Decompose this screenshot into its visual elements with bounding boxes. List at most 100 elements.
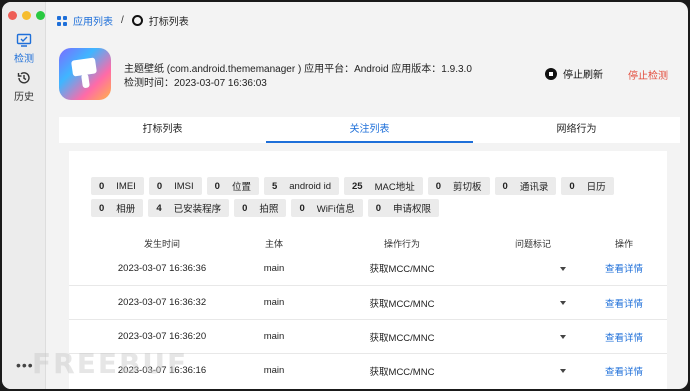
breadcrumb-current: 打标列表 xyxy=(148,17,189,28)
sidebar-item-detect[interactable]: 检测 xyxy=(2,32,46,65)
app-logo xyxy=(59,48,111,100)
stop-icon xyxy=(545,67,557,80)
table-row: 2023-03-07 16:36:36 main 获取MCC/MNC 查看详情 xyxy=(69,251,667,285)
chip-label: 位置 xyxy=(231,182,251,193)
chip-label: 已安装程序 xyxy=(173,204,222,215)
chip-imei[interactable]: 0 IMEI xyxy=(91,177,144,195)
tab-watch-list[interactable]: 关注列表 xyxy=(266,117,473,143)
header-operation: 操作 xyxy=(614,239,633,249)
chip-clipboard[interactable]: 0 剪切板 xyxy=(427,177,490,195)
maximize-window-button[interactable] xyxy=(36,11,45,20)
cell-action: 获取MCC/MNC xyxy=(369,332,435,344)
issue-mark-dropdown[interactable] xyxy=(485,365,581,376)
sidebar-item-label: 历史 xyxy=(14,92,34,103)
detect-time: 检测时间：2023-03-07 16:36:03 xyxy=(124,78,267,89)
chip-camera[interactable]: 0 拍照 xyxy=(234,199,287,217)
chip-count: 4 xyxy=(156,202,162,214)
chip-label: 拍照 xyxy=(259,204,279,215)
app-info: 主题壁纸 (com.android.thememanager ) 应用平台：An… xyxy=(124,64,472,75)
view-details-link[interactable]: 查看详情 xyxy=(605,264,643,275)
header-time: 发生时间 xyxy=(143,239,180,249)
chip-label: IMEI xyxy=(116,180,136,192)
header-subject: 主体 xyxy=(264,239,283,249)
chip-count: 0 xyxy=(502,180,508,192)
tab-network[interactable]: 网络行为 xyxy=(473,117,680,143)
issue-mark-dropdown[interactable] xyxy=(485,263,581,274)
chip-label: MAC地址 xyxy=(374,182,415,193)
chip-mac-address[interactable]: 25 MAC地址 xyxy=(344,177,423,195)
header-issue-mark: 问题标记 xyxy=(514,239,551,249)
chip-label: WiFi信息 xyxy=(316,204,355,215)
minimize-window-button[interactable] xyxy=(22,11,31,20)
chip-count: 5 xyxy=(271,180,278,192)
chip-android-id[interactable]: 5 android id xyxy=(263,177,339,195)
app-window: 检测 历史 ••• 应用列表 / 打标列表 主题壁纸 (com.android.… xyxy=(2,2,688,389)
tab-tag-list[interactable]: 打标列表 xyxy=(59,117,266,143)
paint-brush-icon xyxy=(71,57,97,88)
view-details-link[interactable]: 查看详情 xyxy=(605,333,643,344)
chip-count: 0 xyxy=(435,180,441,192)
chip-label: 通讯录 xyxy=(519,182,549,193)
chip-count: 25 xyxy=(352,180,363,192)
cell-subject: main xyxy=(263,331,285,342)
cell-action: 获取MCC/MNC xyxy=(369,264,435,275)
cell-action: 获取MCC/MNC xyxy=(369,366,435,378)
view-details-link[interactable]: 查看详情 xyxy=(605,299,643,310)
table-row: 2023-03-07 16:36:32 main 获取MCC/MNC 查看详情 xyxy=(69,285,667,319)
chip-count: 0 xyxy=(214,180,220,192)
main-content: 应用列表 / 打标列表 主题壁纸 (com.android.thememanag… xyxy=(47,2,688,389)
chip-wifi-info[interactable]: 0 WiFi信息 xyxy=(291,199,363,217)
chip-label: 剪切板 xyxy=(453,182,482,193)
chip-count: 0 xyxy=(156,180,163,192)
chip-label: 相册 xyxy=(116,204,136,215)
chip-imsi[interactable]: 0 IMSI xyxy=(148,177,202,195)
breadcrumb: 应用列表 / 打标列表 xyxy=(57,13,189,28)
cell-time: 2023-03-07 16:36:36 xyxy=(117,262,207,274)
app-header: 主题壁纸 (com.android.thememanager ) 应用平台：An… xyxy=(47,36,688,114)
chip-contacts[interactable]: 0 通讯录 xyxy=(494,177,557,195)
cell-time: 2023-03-07 16:36:20 xyxy=(117,331,207,342)
chip-count: 0 xyxy=(242,202,248,214)
chip-label: 申请权限 xyxy=(393,204,432,215)
tab-bar: 打标列表 关注列表 网络行为 xyxy=(59,117,680,143)
breadcrumb-separator: / xyxy=(121,15,124,26)
chip-count: 0 xyxy=(99,180,105,192)
chip-label: IMSI xyxy=(174,180,194,192)
caret-down-icon xyxy=(560,335,566,339)
chip-label: 日历 xyxy=(586,182,606,193)
view-details-link[interactable]: 查看详情 xyxy=(605,367,643,378)
watermark: FREEBUF xyxy=(32,347,189,380)
issue-mark-dropdown[interactable] xyxy=(485,297,581,308)
caret-down-icon xyxy=(560,266,566,271)
breadcrumb-app-list[interactable]: 应用列表 xyxy=(73,13,113,28)
app-list-icon xyxy=(57,15,67,26)
detect-icon xyxy=(16,33,32,47)
chip-count: 0 xyxy=(375,202,382,214)
caret-down-icon xyxy=(560,369,566,373)
header-action: 操作行为 xyxy=(383,239,420,249)
cell-subject: main xyxy=(263,297,285,308)
window-controls xyxy=(8,11,45,20)
stop-refresh-button[interactable]: 停止刷新 xyxy=(545,66,603,81)
cell-action: 获取MCC/MNC xyxy=(369,298,435,310)
sidebar-item-history[interactable]: 历史 xyxy=(2,70,46,103)
chip-permissions[interactable]: 0 申请权限 xyxy=(367,199,440,217)
history-icon xyxy=(17,72,30,84)
chip-album[interactable]: 0 相册 xyxy=(91,199,144,217)
target-icon xyxy=(131,15,143,26)
category-chips: 0 IMEI 0 IMSI 0 位置 5 android id 25 MAC地址 0 剪切板… xyxy=(91,177,651,217)
table-header: 发生时间 主体 操作行为 问题标记 操作 xyxy=(69,237,667,251)
cell-subject: main xyxy=(263,262,285,274)
chip-location[interactable]: 0 位置 xyxy=(206,177,259,195)
chip-label: android id xyxy=(289,180,331,192)
close-window-button[interactable] xyxy=(8,11,17,20)
issue-mark-dropdown[interactable] xyxy=(485,331,581,342)
chip-calendar[interactable]: 0 日历 xyxy=(561,177,614,195)
chip-installed-apps[interactable]: 4 已安装程序 xyxy=(148,199,230,217)
sidebar: 检测 历史 ••• xyxy=(2,2,46,389)
chip-count: 0 xyxy=(299,202,305,214)
stop-refresh-label: 停止刷新 xyxy=(563,70,603,81)
sidebar-item-label: 检测 xyxy=(14,54,34,65)
stop-detect-button[interactable]: 停止检测 xyxy=(628,67,668,82)
cell-time: 2023-03-07 16:36:32 xyxy=(117,297,207,308)
